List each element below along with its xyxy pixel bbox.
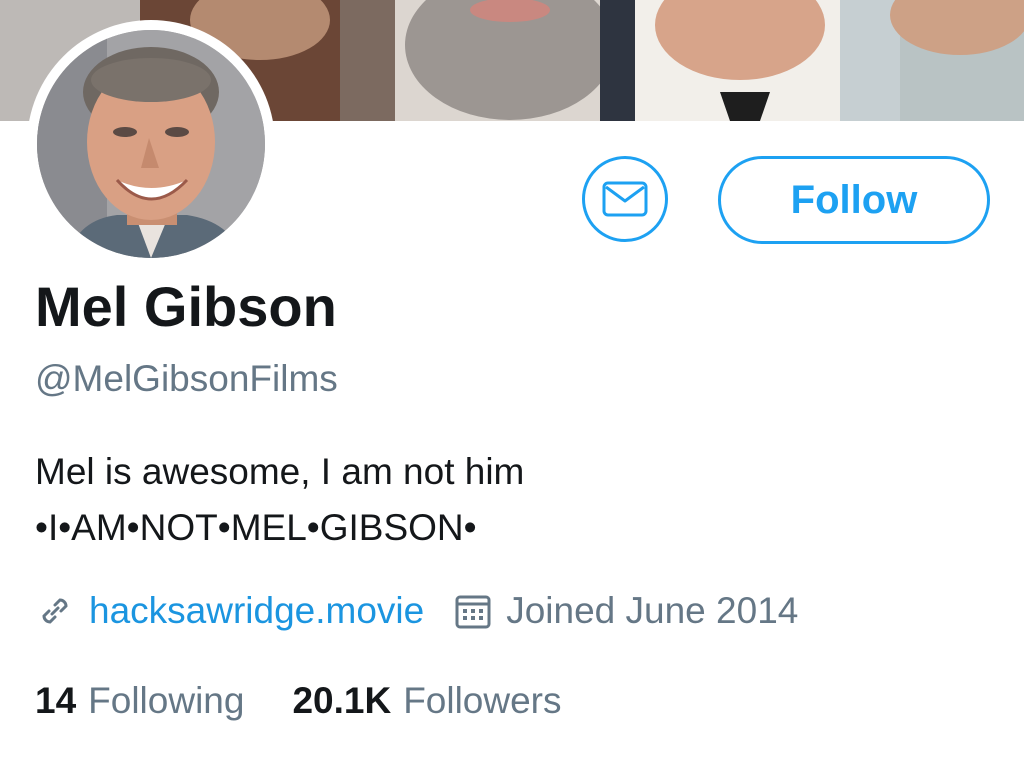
calendar-icon — [455, 595, 491, 629]
profile-name: Mel Gibson — [35, 275, 337, 338]
avatar-image — [37, 30, 265, 258]
message-button[interactable] — [582, 156, 668, 242]
profile-handle: @MelGibsonFilms — [35, 358, 338, 399]
following-count: 14 — [35, 680, 77, 721]
bio-line: Mel is awesome, I am not him — [35, 451, 525, 492]
follow-button[interactable]: Follow — [718, 156, 990, 244]
followers-count: 20.1K — [292, 680, 392, 721]
profile-stats: 14 Following 20.1K Followers — [35, 676, 562, 726]
following-label: Following — [88, 680, 245, 721]
follow-button-label: Follow — [790, 177, 918, 222]
website-link[interactable]: hacksawridge.movie — [89, 590, 424, 632]
calendar-icon-wrap — [454, 592, 492, 630]
profile-bio: Mel is awesome, I am not him •I•AM•NOT•M… — [35, 444, 524, 556]
followers-stat[interactable]: 20.1K Followers — [292, 680, 561, 722]
following-stat[interactable]: 14 Following — [35, 680, 244, 722]
link-icon — [42, 598, 68, 624]
envelope-icon — [602, 181, 648, 217]
avatar-border[interactable] — [27, 20, 275, 268]
bio-line: •I•AM•NOT•MEL•GIBSON• — [35, 507, 477, 548]
joined-date: Joined June 2014 — [506, 590, 799, 631]
followers-label: Followers — [403, 680, 562, 721]
profile-meta: hacksawridge.movie Joined June 2014 — [35, 586, 798, 636]
avatar[interactable] — [37, 30, 265, 258]
